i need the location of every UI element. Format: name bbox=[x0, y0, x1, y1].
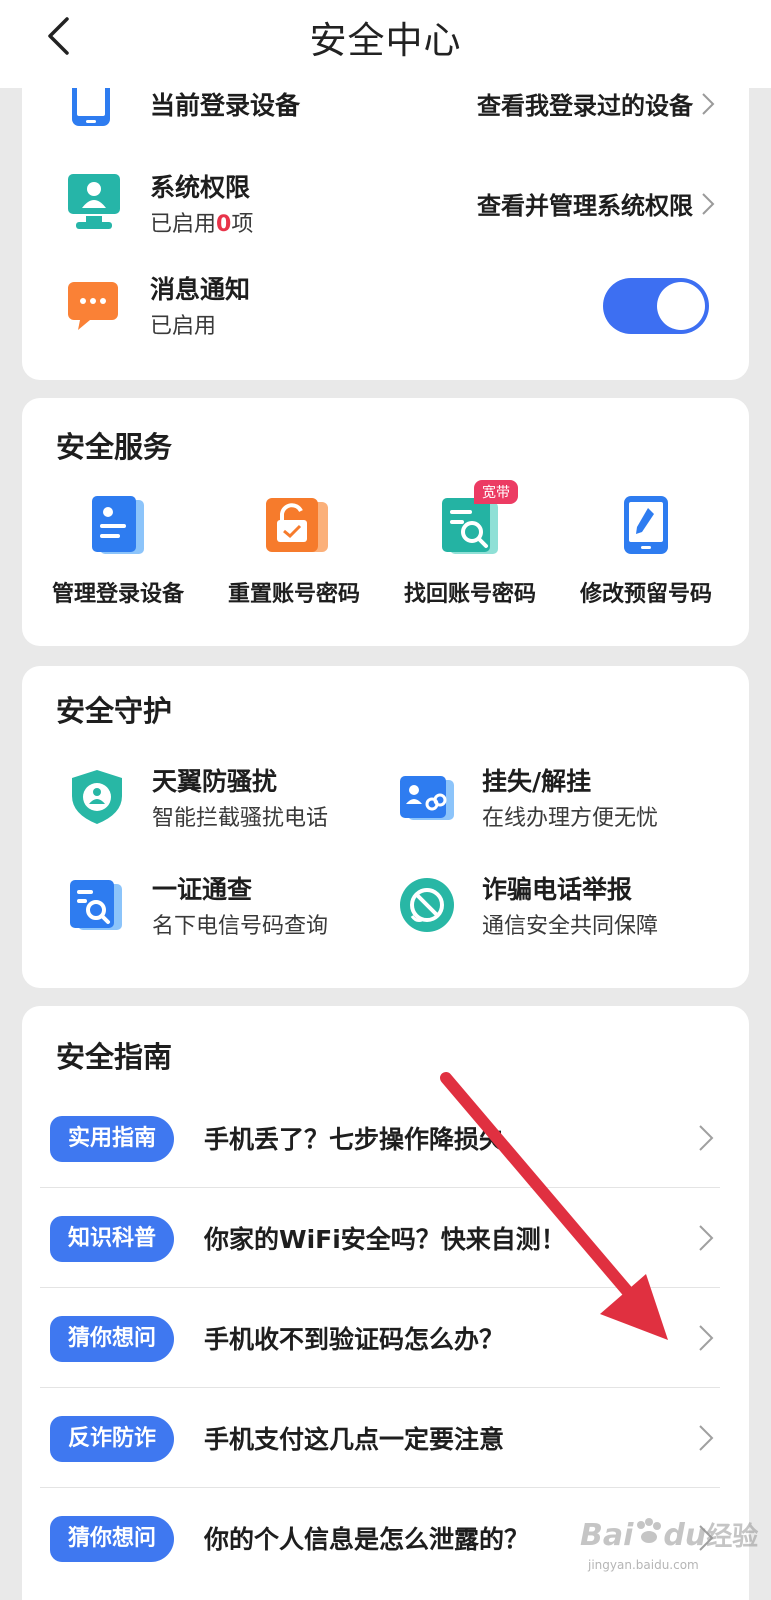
top-bar: 安全中心 bbox=[0, 0, 771, 88]
security-protection-card: 安全守护 天翼防骚扰 智能拦截骚扰电话 挂失/解挂 在线办理方便无忧 一证通查 … bbox=[22, 666, 749, 988]
id-search-icon bbox=[70, 880, 122, 930]
watermark-url: jingyan.baidu.com bbox=[588, 1558, 699, 1572]
service-change-phone[interactable]: 修改预留号码 bbox=[558, 494, 734, 608]
broadband-badge: 宽带 bbox=[474, 480, 518, 504]
guide-text: 你家的WiFi安全吗？快来自测！ bbox=[204, 1225, 566, 1254]
message-notify-toggle[interactable] bbox=[603, 278, 709, 334]
guide-row[interactable]: 猜你想问 手机收不到验证码怎么办？ bbox=[40, 1290, 720, 1388]
shield-user-icon bbox=[72, 770, 122, 824]
protection-item-sub: 在线办理方便无忧 bbox=[482, 806, 659, 831]
protection-item-title: 挂失/解挂 bbox=[482, 767, 592, 796]
account-settings-card: 当前登录设备 查看我登录过的设备 系统权限 已启用0项 查看并管理系统权限 消息 bbox=[22, 60, 749, 380]
baidu-watermark: Bai du经验 jingyan.baidu.com bbox=[580, 1512, 760, 1582]
protection-item-sub: 名下电信号码查询 bbox=[152, 914, 329, 939]
service-recover-password[interactable]: 宽带 找回账号密码 bbox=[382, 480, 558, 608]
guide-tag: 反诈防诈 bbox=[50, 1416, 175, 1462]
chevron-right-icon bbox=[699, 1225, 714, 1251]
watermark-brand-1: Bai bbox=[580, 1518, 634, 1553]
device-list-icon bbox=[92, 496, 144, 554]
guide-tag: 猜你想问 bbox=[50, 1516, 175, 1562]
service-manage-devices[interactable]: 管理登录设备 bbox=[30, 494, 206, 608]
guide-row[interactable]: 实用指南 手机丢了？七步操作降损失 bbox=[40, 1090, 720, 1188]
message-notify-title: 消息通知 bbox=[150, 275, 251, 304]
protection-anti-harass[interactable]: 天翼防骚扰 智能拦截骚扰电话 bbox=[68, 762, 398, 842]
watermark-suffix: 经验 bbox=[706, 1522, 759, 1552]
permission-status-suffix: 项 bbox=[231, 212, 254, 237]
security-guide-card: 安全指南 实用指南 手机丢了？七步操作降损失 知识科普 你家的WiFi安全吗？快… bbox=[22, 1006, 749, 1600]
protection-id-lookup[interactable]: 一证通查 名下电信号码查询 bbox=[68, 870, 398, 950]
chevron-right-icon bbox=[699, 1425, 714, 1451]
service-label: 重置账号密码 bbox=[227, 582, 360, 607]
unlock-icon bbox=[266, 498, 328, 552]
paw-icon bbox=[637, 1518, 662, 1543]
protection-item-title: 天翼防骚扰 bbox=[152, 767, 278, 796]
watermark-brand: Bai du经验 bbox=[580, 1516, 758, 1553]
system-permission-status: 已启用0项 bbox=[150, 206, 253, 238]
guide-row[interactable]: 反诈防诈 手机支付这几点一定要注意 bbox=[40, 1390, 720, 1488]
permission-count: 0 bbox=[216, 212, 232, 237]
protection-report-loss[interactable]: 挂失/解挂 在线办理方便无忧 bbox=[398, 762, 728, 842]
system-permission-row[interactable]: 系统权限 已启用0项 查看并管理系统权限 bbox=[22, 158, 749, 258]
service-label: 管理登录设备 bbox=[51, 582, 184, 607]
page-title: 安全中心 bbox=[309, 19, 462, 62]
guide-text: 手机收不到验证码怎么办？ bbox=[204, 1325, 505, 1354]
protection-item-sub: 智能拦截骚扰电话 bbox=[152, 806, 329, 831]
watermark-brand-2: du bbox=[663, 1518, 707, 1553]
service-reset-password[interactable]: 重置账号密码 bbox=[206, 494, 382, 608]
chevron-right-icon bbox=[699, 1325, 714, 1351]
manage-permission-link[interactable]: 查看并管理系统权限 bbox=[477, 186, 715, 221]
permission-status-prefix: 已启用 bbox=[150, 212, 217, 237]
chevron-right-icon bbox=[699, 1125, 714, 1151]
chevron-right-icon bbox=[702, 92, 715, 115]
services-title: 安全服务 bbox=[56, 430, 173, 464]
chevron-right-icon bbox=[702, 192, 715, 215]
message-notify-status: 已启用 bbox=[150, 314, 217, 339]
guide-tag: 猜你想问 bbox=[50, 1316, 175, 1362]
guide-text: 手机丢了？七步操作降损失 bbox=[204, 1125, 505, 1154]
manage-permission-label: 查看并管理系统权限 bbox=[477, 192, 693, 220]
phone-edit-icon bbox=[624, 496, 668, 554]
guide-title: 安全指南 bbox=[56, 1040, 173, 1074]
security-services-card: 安全服务 管理登录设备 重置账号密码 宽带 找回账号密码 修改预留号码 bbox=[22, 398, 749, 646]
guide-text: 你的个人信息是怎么泄露的？ bbox=[204, 1525, 530, 1554]
protection-item-title: 一证通查 bbox=[152, 875, 253, 904]
card-link-icon bbox=[400, 776, 454, 820]
protection-title: 安全守护 bbox=[56, 694, 173, 728]
guide-tag: 知识科普 bbox=[50, 1216, 175, 1262]
protection-item-title: 诈骗电话举报 bbox=[482, 875, 633, 904]
guide-row[interactable]: 知识科普 你家的WiFi安全吗？快来自测！ bbox=[40, 1190, 720, 1288]
monitor-user-icon bbox=[68, 174, 120, 229]
toggle-knob bbox=[657, 282, 705, 330]
current-device-title: 当前登录设备 bbox=[150, 91, 301, 120]
service-label: 找回账号密码 bbox=[403, 582, 536, 607]
view-devices-link[interactable]: 查看我登录过的设备 bbox=[477, 86, 715, 121]
phone-block-icon bbox=[400, 878, 454, 932]
view-devices-label: 查看我登录过的设备 bbox=[477, 92, 693, 120]
guide-tag: 实用指南 bbox=[50, 1116, 175, 1162]
guide-text: 手机支付这几点一定要注意 bbox=[204, 1425, 505, 1454]
protection-fraud-report[interactable]: 诈骗电话举报 通信安全共同保障 bbox=[398, 870, 728, 950]
service-label: 修改预留号码 bbox=[579, 582, 712, 607]
protection-item-sub: 通信安全共同保障 bbox=[482, 914, 659, 939]
message-bubble-icon bbox=[68, 282, 118, 330]
phone-icon bbox=[72, 82, 110, 126]
system-permission-title: 系统权限 bbox=[150, 173, 251, 202]
